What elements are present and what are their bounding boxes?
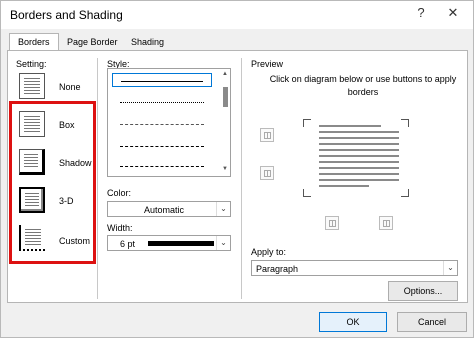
title-bar: Borders and Shading ? ✕ xyxy=(1,1,473,29)
dialog-title: Borders and Shading xyxy=(10,8,123,22)
options-button[interactable]: Options... xyxy=(388,281,458,301)
scrollbar-thumb[interactable] xyxy=(223,87,228,107)
width-dropdown[interactable]: 6 pt ⌄ xyxy=(107,235,231,251)
corner-mark xyxy=(401,119,409,127)
preview-diagram[interactable] xyxy=(299,115,413,201)
width-label: Width: xyxy=(107,223,133,233)
width-value: 6 pt xyxy=(120,239,136,249)
borders-and-shading-dialog: Borders and Shading ? ✕ Borders Page Bor… xyxy=(0,0,474,338)
preview-text-line xyxy=(319,185,369,187)
tab-borders[interactable]: Borders xyxy=(9,33,59,51)
setting-label: Setting: xyxy=(16,59,47,69)
style-item-dotted[interactable] xyxy=(112,95,212,109)
close-icon[interactable]: ✕ xyxy=(443,5,463,21)
color-label: Color: xyxy=(107,188,132,198)
divider-left xyxy=(97,58,98,299)
preview-text-line xyxy=(319,179,399,181)
corner-mark xyxy=(303,119,311,127)
width-sample-line xyxy=(148,241,214,246)
style-item-solid[interactable] xyxy=(112,73,212,87)
preview-text-line xyxy=(319,149,399,151)
help-icon[interactable]: ? xyxy=(411,5,431,20)
preview-label: Preview xyxy=(251,59,284,69)
preview-text-line xyxy=(319,161,399,163)
preview-text-line xyxy=(319,137,399,139)
style-list[interactable]: ▲ ▼ xyxy=(107,68,231,177)
style-item-dashed-fine[interactable] xyxy=(112,117,212,131)
preview-text-line xyxy=(319,125,381,127)
right-border-button[interactable] xyxy=(379,216,393,230)
corner-mark xyxy=(401,189,409,197)
apply-to-dropdown[interactable]: Paragraph ⌄ xyxy=(251,260,458,276)
preview-text-line xyxy=(319,173,399,175)
color-dropdown[interactable]: Automatic ⌄ xyxy=(107,201,231,217)
setting-none-label[interactable]: None xyxy=(59,82,81,92)
top-border-button[interactable] xyxy=(260,128,274,142)
left-border-button[interactable] xyxy=(325,216,339,230)
corner-mark xyxy=(303,189,311,197)
chevron-down-icon[interactable]: ⌄ xyxy=(216,202,230,216)
scroll-up-icon[interactable]: ▲ xyxy=(221,71,229,79)
preview-instructions: Click on diagram below or use buttons to… xyxy=(269,74,457,97)
preview-text-line xyxy=(319,155,399,157)
chevron-down-icon[interactable]: ⌄ xyxy=(216,236,230,250)
style-item-dash-dot[interactable] xyxy=(112,159,212,173)
preview-text-line xyxy=(319,167,399,169)
highlight-box xyxy=(9,101,96,264)
tab-page-border[interactable]: Page Border xyxy=(67,34,123,50)
divider-right xyxy=(241,58,242,299)
bottom-border-button[interactable] xyxy=(260,166,274,180)
scroll-down-icon[interactable]: ▼ xyxy=(221,166,229,174)
tab-shading[interactable]: Shading xyxy=(131,34,175,50)
cancel-button[interactable]: Cancel xyxy=(397,312,467,332)
ok-button[interactable]: OK xyxy=(319,312,387,332)
apply-to-label: Apply to: xyxy=(251,247,287,257)
color-value: Automatic xyxy=(144,205,185,215)
setting-none-icon[interactable] xyxy=(19,73,45,99)
preview-text-line xyxy=(319,143,399,145)
apply-to-value: Paragraph xyxy=(256,264,299,274)
preview-text-line xyxy=(319,131,399,133)
style-item-dashed[interactable] xyxy=(112,139,212,153)
chevron-down-icon[interactable]: ⌄ xyxy=(443,261,457,275)
